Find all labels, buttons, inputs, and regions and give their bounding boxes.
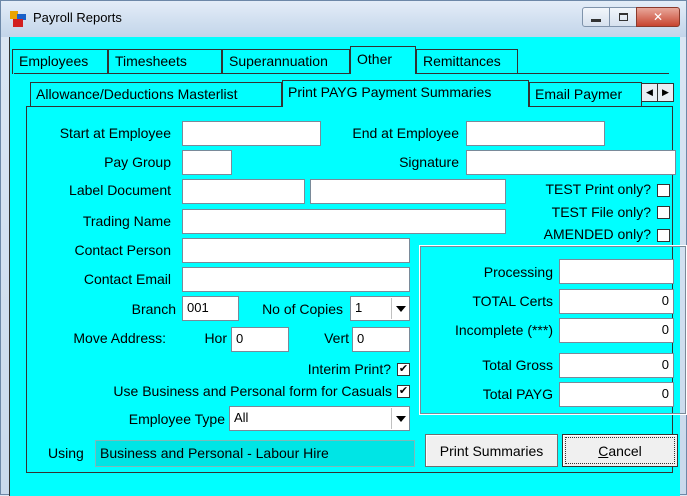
app-icon: [10, 11, 26, 27]
amended-label: AMENDED only?: [543, 226, 651, 242]
hor-field[interactable]: 0: [231, 327, 289, 352]
start-employee-label: Start at Employee: [59, 125, 171, 141]
incomplete-label: Incomplete (***): [454, 322, 553, 338]
employee-type-value: All: [234, 410, 249, 425]
test-print-label: TEST Print only?: [545, 181, 651, 197]
test-file-label: TEST File only?: [551, 204, 651, 220]
window-title: Payroll Reports: [33, 10, 122, 25]
tab-allowance-deductions-masterlist[interactable]: Allowance/Deductions Masterlist: [30, 82, 282, 106]
tab-scroll-arrows: ◀ ▶: [641, 83, 674, 102]
maximize-icon: [618, 13, 628, 21]
end-employee-field[interactable]: [466, 121, 605, 146]
close-button[interactable]: ✕: [636, 7, 680, 27]
trading-name-label: Trading Name: [82, 213, 171, 229]
end-employee-label: End at Employee: [352, 125, 459, 141]
business-form-label: Use Business and Personal form for Casua…: [113, 383, 392, 399]
total-payg-label: Total PAYG: [482, 386, 553, 402]
tab-divider: [14, 73, 669, 74]
tab-timesheets[interactable]: Timesheets: [108, 49, 222, 74]
label-document-field-2[interactable]: [310, 179, 506, 204]
employee-type-select[interactable]: All: [229, 406, 410, 431]
tab-scroll-right-button[interactable]: ▶: [657, 83, 674, 102]
maximize-button[interactable]: [609, 7, 637, 27]
vert-field[interactable]: 0: [352, 327, 410, 352]
minimize-button[interactable]: [582, 7, 610, 27]
cancel-label-rest: ancel: [608, 442, 642, 459]
label-document-field[interactable]: [182, 179, 305, 204]
tab-scroll-left-button[interactable]: ◀: [641, 83, 658, 102]
label-document-label: Label Document: [69, 182, 171, 198]
branch-label: Branch: [131, 301, 176, 317]
employee-type-label: Employee Type: [128, 411, 225, 427]
contact-email-field[interactable]: [182, 267, 410, 292]
processing-field: [559, 259, 674, 284]
window-controls: ✕: [582, 7, 680, 27]
branch-field[interactable]: 001: [182, 296, 239, 321]
cancel-button[interactable]: Cancel: [562, 434, 678, 467]
total-payg-field: 0: [559, 382, 674, 407]
tab-employees[interactable]: Employees: [12, 49, 108, 74]
arrow-left-icon: ◀: [646, 87, 653, 97]
total-gross-field: 0: [559, 353, 674, 378]
business-form-checkbox[interactable]: ✔: [397, 385, 410, 398]
print-summaries-button[interactable]: Print Summaries: [425, 434, 558, 467]
processing-label: Processing: [483, 264, 553, 280]
tab-print-payg-payment-summaries[interactable]: Print PAYG Payment Summaries: [282, 80, 529, 107]
hor-label: Hor: [204, 330, 227, 346]
copies-value: 1: [355, 300, 363, 315]
pay-group-label: Pay Group: [104, 154, 171, 170]
title-bar[interactable]: Payroll Reports ✕: [1, 1, 686, 37]
chevron-down-icon[interactable]: [391, 408, 408, 429]
tab-other[interactable]: Other: [350, 46, 416, 74]
total-certs-label: TOTAL Certs: [472, 293, 553, 309]
vert-label: Vert: [324, 330, 349, 346]
signature-field[interactable]: [466, 150, 676, 175]
start-employee-field[interactable]: [182, 121, 321, 146]
test-print-checkbox[interactable]: [657, 184, 670, 197]
test-file-checkbox[interactable]: [657, 206, 670, 219]
close-icon: ✕: [652, 10, 664, 24]
trading-name-field[interactable]: [182, 209, 506, 234]
pay-group-field[interactable]: [182, 150, 232, 175]
payroll-reports-window: Payroll Reports ✕ Employees Timesheets S…: [0, 0, 687, 496]
contact-person-label: Contact Person: [74, 242, 172, 258]
amended-checkbox[interactable]: [657, 229, 670, 242]
interim-print-checkbox[interactable]: ✔: [397, 363, 410, 376]
copies-label: No of Copies: [262, 301, 343, 317]
move-address-label: Move Address:: [73, 330, 166, 346]
arrow-right-icon: ▶: [662, 87, 669, 97]
tab-email-payment[interactable]: Email Paymer: [529, 82, 642, 106]
minimize-icon: [591, 18, 601, 22]
total-gross-label: Total Gross: [482, 357, 553, 373]
chevron-down-icon[interactable]: [391, 298, 408, 319]
contact-person-field[interactable]: [182, 238, 410, 263]
cancel-accelerator: C: [598, 442, 609, 459]
total-certs-field: 0: [559, 289, 674, 314]
copies-select[interactable]: 1: [350, 296, 410, 321]
using-form-display: Business and Personal - Labour Hire: [95, 440, 415, 467]
tab-superannuation[interactable]: Superannuation: [222, 49, 350, 74]
using-label: Using: [48, 445, 84, 461]
signature-label: Signature: [399, 154, 459, 170]
interim-print-label: Interim Print?: [307, 361, 391, 377]
tab-remittances[interactable]: Remittances: [416, 49, 518, 74]
incomplete-field: 0: [559, 318, 674, 343]
contact-email-label: Contact Email: [83, 271, 171, 287]
